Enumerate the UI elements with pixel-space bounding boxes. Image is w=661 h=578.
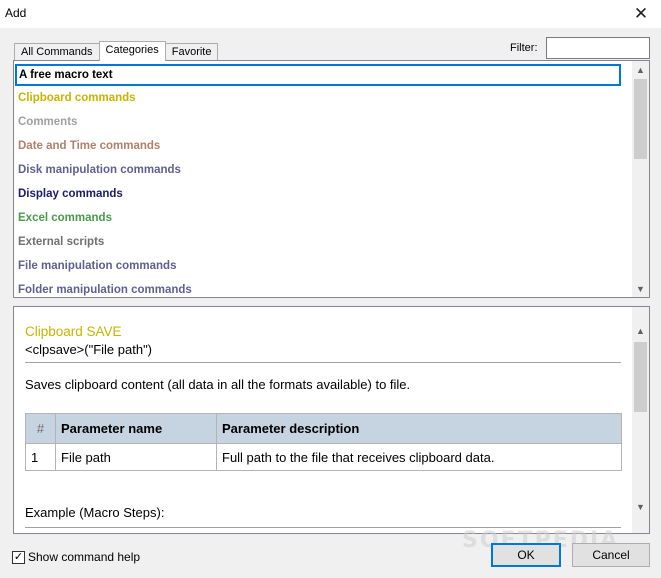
window-title: Add <box>5 6 27 20</box>
table-cell-parameter-name: File path <box>55 443 217 471</box>
example-label: Example (Macro Steps): <box>25 505 165 520</box>
help-scrollbar[interactable]: ▲ ▼ <box>632 307 649 533</box>
category-item-external-scripts[interactable]: External scripts <box>18 231 104 253</box>
tab-favorite[interactable]: Favorite <box>164 43 219 61</box>
parameter-table: # Parameter name Parameter description 1… <box>25 413 622 471</box>
help-title: Clipboard SAVE <box>25 324 122 339</box>
table-header-parameter-description: Parameter description <box>216 413 622 444</box>
table-header-row: # Parameter name Parameter description <box>25 413 622 444</box>
close-button[interactable]: ✕ <box>621 0 661 28</box>
checkmark-icon: ✓ <box>13 550 24 563</box>
table-row: 1 File path Full path to the file that r… <box>25 443 622 471</box>
ok-button[interactable]: OK <box>491 543 561 567</box>
category-item-free-macro-text[interactable]: A free macro text <box>15 64 621 86</box>
category-list[interactable]: A free macro text Clipboard commands Com… <box>13 60 650 298</box>
cancel-button[interactable]: Cancel <box>572 543 650 567</box>
table-header-parameter-name: Parameter name <box>55 413 217 444</box>
close-icon: ✕ <box>633 4 649 23</box>
category-scroll-thumb[interactable] <box>634 79 647 159</box>
filter-input[interactable] <box>546 37 650 59</box>
help-syntax: <clpsave>("File path") <box>25 342 153 357</box>
tab-strip: All Commands Categories Favorite <box>14 41 219 61</box>
table-cell-number: 1 <box>25 443 56 471</box>
scroll-down-arrow-icon[interactable]: ▼ <box>632 280 649 297</box>
category-item-display[interactable]: Display commands <box>18 183 123 205</box>
category-scrollbar[interactable]: ▲ ▼ <box>632 61 649 297</box>
help-scroll-down-arrow-icon[interactable]: ▼ <box>632 498 649 515</box>
title-bar: Add ✕ <box>0 0 661 28</box>
category-item-file[interactable]: File manipulation commands <box>18 255 176 277</box>
help-divider <box>25 362 621 363</box>
command-help-panel: Clipboard SAVE <clpsave>("File path") Sa… <box>13 306 650 534</box>
filter-label: Filter: <box>510 42 538 54</box>
category-item-disk[interactable]: Disk manipulation commands <box>18 159 181 181</box>
scroll-up-arrow-icon[interactable]: ▲ <box>632 61 649 78</box>
help-scroll-up-arrow-icon[interactable]: ▲ <box>632 322 649 339</box>
show-command-help[interactable]: ✓ Show command help <box>12 550 140 564</box>
example-divider <box>25 527 621 528</box>
table-cell-parameter-description: Full path to the file that receives clip… <box>216 443 622 471</box>
category-item-clipboard[interactable]: Clipboard commands <box>18 87 136 109</box>
help-description: Saves clipboard content (all data in all… <box>25 377 411 392</box>
tab-all-commands[interactable]: All Commands <box>14 43 100 61</box>
help-scroll-thumb[interactable] <box>634 342 647 412</box>
category-item-excel[interactable]: Excel commands <box>18 207 112 229</box>
category-item-comments[interactable]: Comments <box>18 111 77 133</box>
show-help-checkbox[interactable]: ✓ <box>12 550 25 564</box>
category-item-date-time[interactable]: Date and Time commands <box>18 135 160 157</box>
category-item-folder[interactable]: Folder manipulation commands <box>18 279 192 297</box>
tab-categories[interactable]: Categories <box>98 41 166 61</box>
show-help-label: Show command help <box>28 550 141 564</box>
table-header-number: # <box>25 413 56 444</box>
